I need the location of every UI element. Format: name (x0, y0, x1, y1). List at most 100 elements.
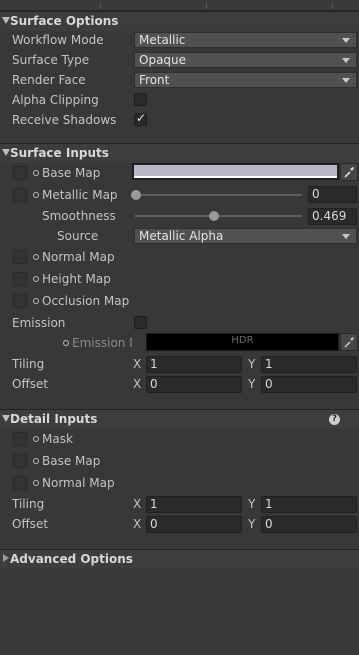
tiling-x-label: X (133, 357, 142, 371)
object-picker-icon[interactable] (33, 170, 39, 176)
field-value: 0 (265, 517, 273, 531)
surface-type-label: Surface Type (12, 53, 90, 67)
emission-label: Emission (12, 316, 66, 330)
eyedropper-button[interactable] (340, 163, 358, 181)
occlusion-map-label: Occlusion Map (42, 294, 130, 308)
field-value: 0.469 (312, 209, 347, 223)
offset-label: Offset (12, 377, 49, 391)
workflow-mode-label: Workflow Mode (12, 33, 104, 47)
field-value: 0 (150, 517, 158, 531)
tiling-label: Tiling (12, 357, 45, 371)
detail-offset-x-field[interactable]: 0 (146, 516, 242, 533)
detail-tiling-label: Tiling (12, 497, 45, 511)
divider (206, 3, 207, 9)
render-face-dropdown[interactable]: Front (134, 72, 357, 88)
offset-y-label: Y (248, 377, 256, 391)
height-map-texture-slot[interactable] (13, 272, 27, 286)
section-title: Surface Options (10, 14, 119, 28)
chevron-down-icon (342, 38, 350, 43)
normal-map-texture-slot[interactable] (13, 250, 27, 264)
metallic-slider-track[interactable] (135, 194, 302, 196)
divider (332, 3, 333, 9)
tiling-y-field[interactable]: 1 (261, 356, 357, 373)
field-value: 1 (265, 497, 273, 511)
offset-x-label: X (133, 377, 142, 391)
object-picker-icon[interactable] (33, 480, 39, 486)
field-value: 0 (312, 187, 320, 201)
field-value: 0 (150, 377, 158, 391)
surface-type-dropdown[interactable]: Opaque (134, 52, 357, 68)
metallic-map-texture-slot[interactable] (13, 188, 27, 202)
metallic-slider-handle[interactable] (131, 190, 141, 200)
object-picker-icon[interactable] (63, 340, 69, 346)
section-title: Surface Inputs (10, 146, 109, 160)
detail-base-map-texture-slot[interactable] (13, 454, 27, 468)
smoothness-slider-handle[interactable] (209, 211, 219, 221)
smoothness-label: Smoothness (42, 209, 116, 223)
eyedropper-icon (344, 167, 354, 178)
offset-x-field[interactable]: 0 (146, 376, 242, 393)
object-picker-icon[interactable] (33, 254, 39, 260)
metallic-value-field[interactable]: 0 (308, 186, 357, 203)
detail-tiling-y-field[interactable]: 1 (261, 496, 357, 513)
alpha-clipping-checkbox[interactable] (134, 93, 147, 106)
metallic-map-label: Metallic Map (42, 188, 118, 202)
foldout-expanded-icon (2, 149, 10, 156)
advanced-options-header[interactable]: Advanced Options (0, 549, 359, 569)
surface-inputs-header[interactable]: Surface Inputs (0, 143, 359, 163)
dropdown-value: Front (139, 73, 170, 87)
detail-tiling-x-field[interactable]: 1 (146, 496, 242, 513)
normal-map-label: Normal Map (42, 250, 115, 264)
alpha-bar (134, 176, 337, 178)
emission-map-label: Emission M (72, 336, 132, 350)
base-map-texture-slot[interactable] (13, 166, 27, 180)
field-value: 1 (265, 357, 273, 371)
emission-checkbox[interactable] (134, 316, 147, 329)
offset-y-field[interactable]: 0 (261, 376, 357, 393)
eyedropper-icon (344, 337, 354, 348)
tiling-x-field[interactable]: 1 (146, 356, 242, 373)
detail-offset-label: Offset (12, 517, 49, 531)
mask-texture-slot[interactable] (13, 432, 27, 446)
foldout-collapsed-icon (3, 554, 9, 562)
field-value: 1 (150, 497, 158, 511)
object-picker-icon[interactable] (33, 192, 39, 198)
object-picker-icon[interactable] (33, 298, 39, 304)
receive-shadows-checkbox[interactable]: ✓ (134, 111, 147, 126)
foldout-expanded-icon (2, 17, 10, 24)
object-picker-icon[interactable] (33, 276, 39, 282)
workflow-mode-dropdown[interactable]: Metallic (134, 32, 357, 48)
detail-tiling-y-label: Y (248, 497, 256, 511)
source-dropdown[interactable]: Metallic Alpha (134, 228, 357, 244)
detail-normal-map-texture-slot[interactable] (13, 476, 27, 490)
foldout-expanded-icon (2, 415, 10, 422)
checkmark-icon: ✓ (136, 111, 147, 125)
base-map-color-field[interactable] (132, 163, 339, 180)
detail-tiling-x-label: X (133, 497, 142, 511)
object-picker-icon[interactable] (33, 458, 39, 464)
help-icon[interactable]: ? (329, 414, 340, 425)
occlusion-map-texture-slot[interactable] (13, 294, 27, 308)
surface-options-header[interactable]: Surface Options (0, 11, 359, 31)
emission-color-field[interactable]: HDR (146, 333, 339, 351)
detail-offset-y-label: Y (248, 517, 256, 531)
section-title: Advanced Options (10, 552, 133, 566)
smoothness-value-field[interactable]: 0.469 (308, 208, 357, 225)
detail-normal-map-label: Normal Map (42, 476, 115, 490)
height-map-label: Height Map (42, 272, 111, 286)
dropdown-value: Opaque (139, 53, 187, 67)
color-swatch (134, 165, 337, 176)
field-value: 1 (150, 357, 158, 371)
alpha-clipping-label: Alpha Clipping (12, 93, 99, 107)
object-picker-icon[interactable] (33, 436, 39, 442)
detail-offset-y-field[interactable]: 0 (261, 516, 357, 533)
empty-area (0, 568, 359, 655)
chevron-down-icon (342, 78, 350, 83)
eyedropper-button[interactable] (340, 333, 358, 351)
dropdown-value: Metallic (139, 33, 186, 47)
source-label: Source (57, 229, 99, 243)
base-map-label: Base Map (42, 166, 101, 180)
top-strip (0, 0, 359, 11)
hdr-label: HDR (231, 335, 254, 346)
detail-inputs-header[interactable]: Detail Inputs ? (0, 409, 359, 429)
